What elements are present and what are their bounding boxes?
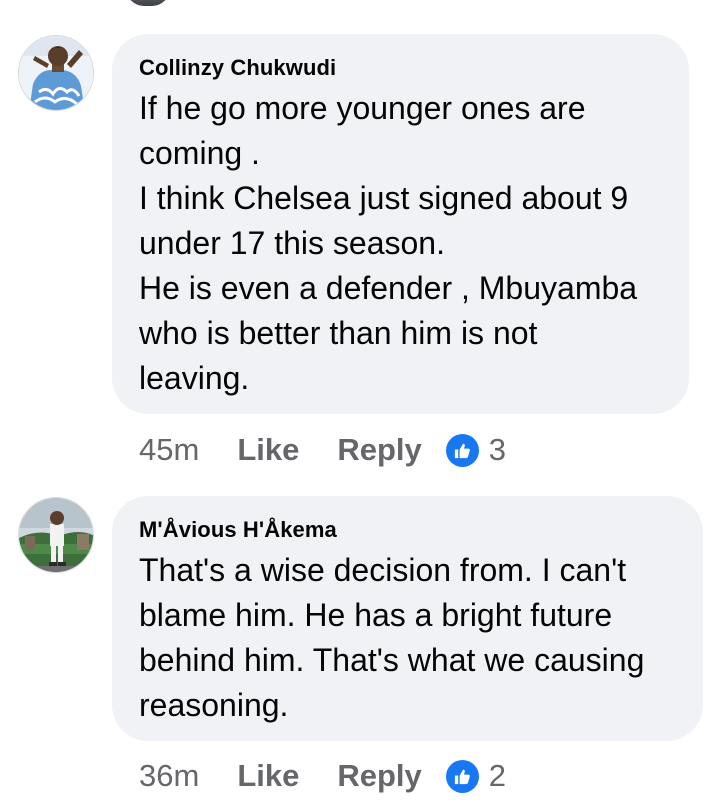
comment-text-line: If he go more younger ones are — [139, 90, 586, 126]
reaction-summary[interactable]: 3 — [445, 432, 507, 468]
comment-text-line: That's a wise decision from. I can't — [139, 552, 627, 588]
comment-text-line: coming . — [139, 135, 260, 171]
comment-text-line: who is better than him is not — [139, 315, 538, 351]
reaction-count: 2 — [488, 758, 507, 793]
comments-page: Collinzy Chukwudi If he go more younger … — [0, 0, 720, 809]
comment-timestamp[interactable]: 45m — [139, 432, 199, 468]
comment-text-line: under 17 this season. — [139, 225, 445, 261]
reply-button[interactable]: Reply — [337, 432, 421, 468]
previous-comment-fragment — [120, 0, 590, 12]
comment-author[interactable]: Collinzy Chukwudi — [139, 54, 663, 82]
comment-text-line: leaving. — [139, 360, 250, 396]
comment-author[interactable]: M'Åvious H'Åkema — [139, 516, 677, 544]
comment-text-line: He is even a defender , Mbuyamba — [139, 270, 638, 306]
reaction-summary[interactable]: 2 — [445, 758, 507, 794]
comment-timestamp[interactable]: 36m — [139, 758, 199, 794]
comment-bubble[interactable]: M'Åvious H'Åkema That's a wise decision … — [112, 496, 703, 741]
like-button[interactable]: Like — [237, 758, 299, 794]
comment-text-line: reasoning. — [139, 687, 289, 723]
reaction-count: 3 — [488, 432, 507, 467]
thumbs-up-icon — [445, 759, 479, 793]
thumbs-up-icon — [445, 433, 479, 467]
reply-button[interactable]: Reply — [337, 758, 421, 794]
comment-actions: 36m Like Reply 2 — [139, 756, 506, 796]
avatar[interactable] — [18, 497, 94, 573]
comment-text-line: behind him. That's what we causing — [139, 642, 645, 678]
avatar[interactable] — [18, 35, 94, 111]
comment-text-line: I think Chelsea just signed about 9 — [139, 180, 629, 216]
previous-comment-avatar — [126, 0, 170, 6]
like-button[interactable]: Like — [237, 432, 299, 468]
comment-actions: 45m Like Reply 3 — [139, 430, 506, 470]
comment-bubble[interactable]: Collinzy Chukwudi If he go more younger … — [112, 34, 689, 414]
comment-text-line: blame him. He has a bright future — [139, 597, 613, 633]
